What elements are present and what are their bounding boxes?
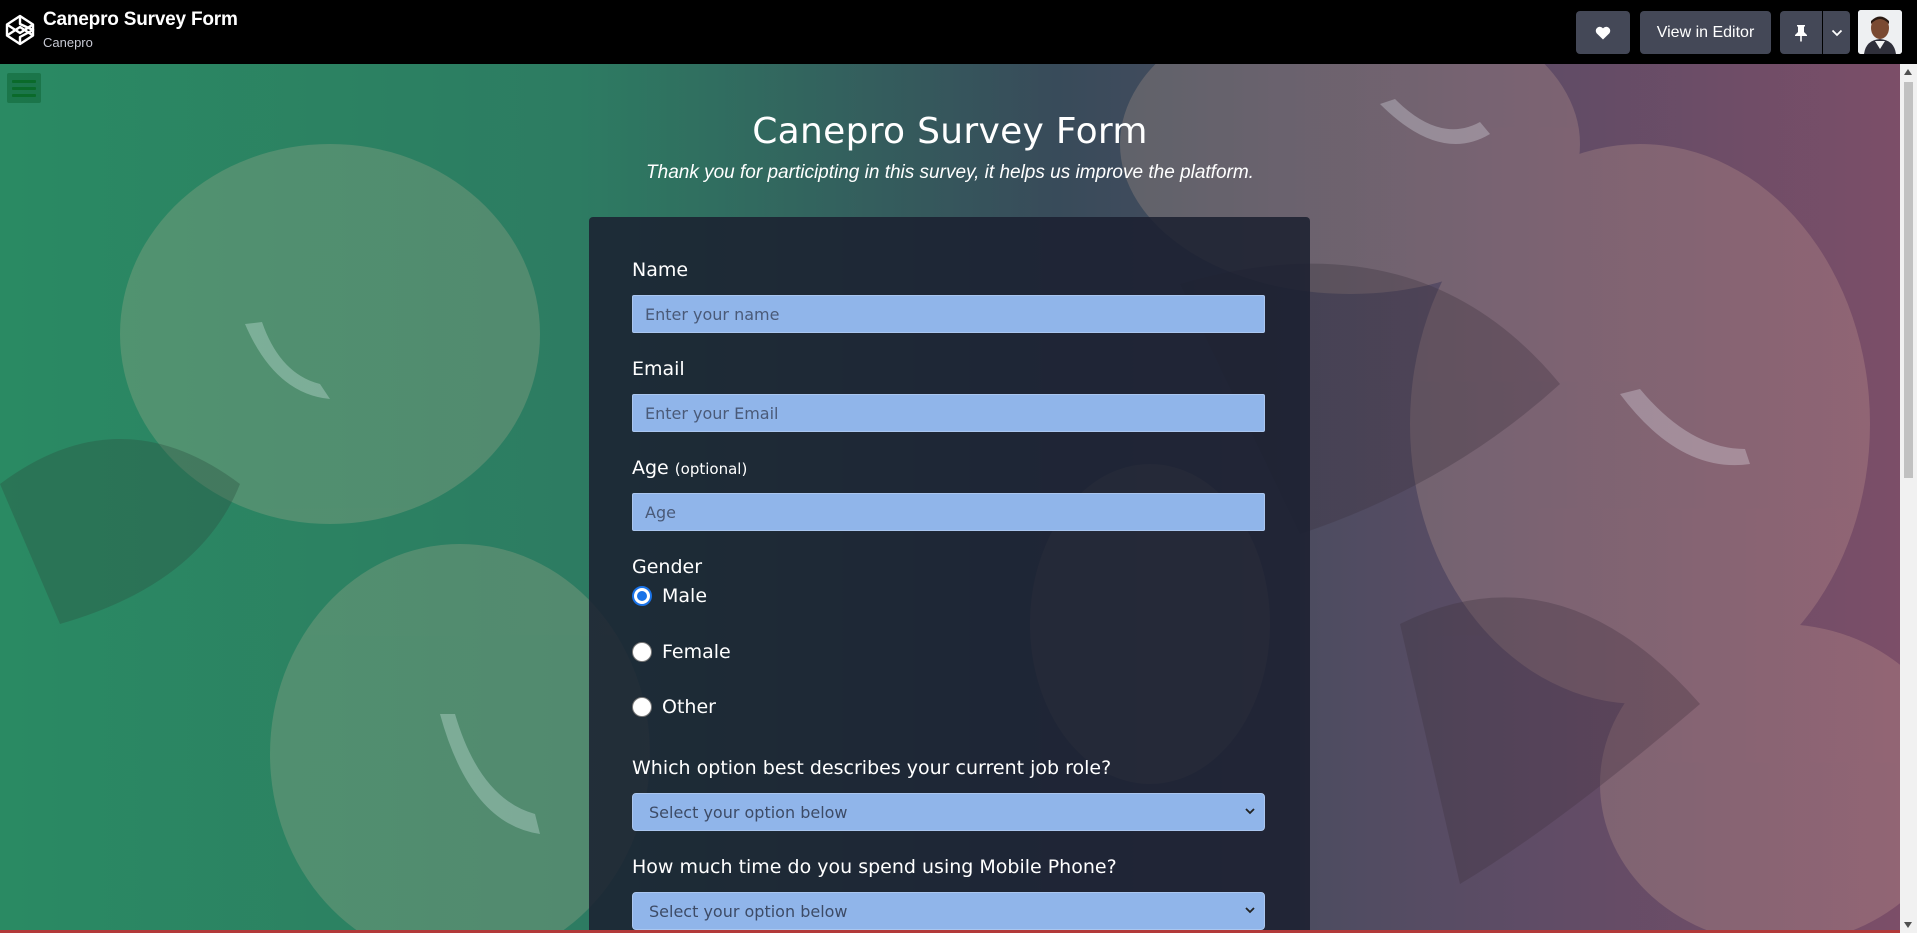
user-avatar[interactable] <box>1858 10 1902 54</box>
gender-label: Gender <box>632 556 703 578</box>
name-label: Name <box>632 259 689 281</box>
chevron-down-icon <box>1245 808 1255 815</box>
love-button[interactable] <box>1576 11 1630 54</box>
scroll-up-arrow-icon[interactable] <box>1904 69 1912 75</box>
age-input[interactable]: Age <box>632 493 1265 531</box>
scroll-down-arrow-icon[interactable] <box>1904 922 1912 928</box>
pen-preview: Canepro Survey Form Thank you for partic… <box>0 64 1917 933</box>
pin-button[interactable] <box>1780 11 1822 54</box>
survey-form: Name Enter your name Email Enter your Em… <box>589 217 1310 933</box>
radio-female[interactable] <box>632 642 652 662</box>
age-label-text: Age <box>632 457 669 479</box>
heart-icon <box>1595 26 1611 39</box>
view-in-editor-button[interactable]: View in Editor <box>1640 11 1771 54</box>
gender-option-label: Other <box>662 696 716 718</box>
name-input[interactable]: Enter your name <box>632 295 1265 333</box>
scrollbar-thumb[interactable] <box>1904 82 1913 478</box>
vertical-scrollbar[interactable] <box>1900 64 1917 933</box>
age-optional-note: (optional) <box>674 460 748 478</box>
hamburger-menu-icon[interactable] <box>7 73 41 103</box>
phone-time-select[interactable]: Select your option below <box>632 892 1265 930</box>
pen-author[interactable]: Canepro <box>43 35 93 50</box>
gender-option-male[interactable]: Male <box>632 585 707 607</box>
chevron-down-icon <box>1245 907 1255 914</box>
email-input[interactable]: Enter your Email <box>632 394 1265 432</box>
chevron-down-icon <box>1831 29 1842 36</box>
gender-option-female[interactable]: Female <box>632 641 731 663</box>
survey-description: Thank you for participting in this surve… <box>646 162 1254 183</box>
radio-male[interactable] <box>632 586 652 606</box>
gender-option-label: Male <box>662 585 708 607</box>
codepen-header: Canepro Survey Form Canepro View in Edit… <box>0 0 1917 64</box>
survey-title: Canepro Survey Form <box>752 111 1148 152</box>
radio-other[interactable] <box>632 697 652 717</box>
gender-option-other[interactable]: Other <box>632 696 716 718</box>
pen-title: Canepro Survey Form <box>43 9 238 30</box>
phone-time-label: How much time do you spend using Mobile … <box>632 856 1117 878</box>
age-label: Age (optional) <box>632 457 747 479</box>
email-label: Email <box>632 358 685 380</box>
pin-menu-button[interactable] <box>1823 11 1850 54</box>
job-role-select-value: Select your option below <box>649 802 848 822</box>
codepen-logo-icon[interactable] <box>4 13 36 47</box>
phone-time-select-value: Select your option below <box>649 901 848 921</box>
job-role-label: Which option best describes your current… <box>632 757 1112 779</box>
pin-icon <box>1795 24 1807 41</box>
job-role-select[interactable]: Select your option below <box>632 793 1265 831</box>
gender-option-label: Female <box>662 641 731 663</box>
